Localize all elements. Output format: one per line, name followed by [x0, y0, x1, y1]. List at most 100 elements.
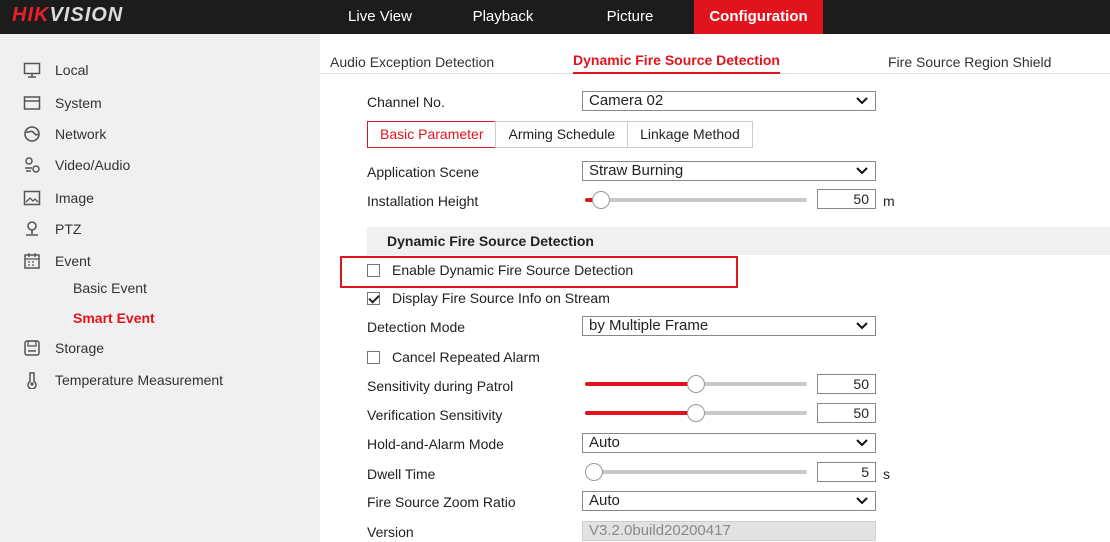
sidebar-item-label: Local — [55, 62, 89, 78]
chevron-down-icon — [856, 322, 868, 330]
sensitivity-patrol-slider[interactable] — [585, 375, 807, 393]
verification-sensitivity-label: Verification Sensitivity — [367, 407, 503, 423]
thermometer-icon — [23, 371, 41, 389]
system-icon — [23, 94, 41, 112]
enable-detection-checkbox[interactable]: Enable Dynamic Fire Source Detection — [367, 260, 633, 280]
zoom-ratio-label: Fire Source Zoom Ratio — [367, 494, 516, 510]
sidebar-item-local[interactable]: Local — [0, 56, 320, 84]
video-audio-icon — [23, 156, 41, 174]
channel-select-value: Camera 02 — [589, 92, 664, 109]
slider-handle[interactable] — [592, 191, 610, 209]
sidebar-item-event[interactable]: Event — [0, 247, 320, 275]
version-field: V3.2.0build20200417 — [582, 521, 876, 541]
slider-handle[interactable] — [687, 404, 705, 422]
hold-alarm-mode-select[interactable]: Auto — [582, 433, 876, 453]
subtab-linkage-method[interactable]: Linkage Method — [627, 121, 753, 148]
main-nav: Live View Playback Picture Configuration — [320, 0, 823, 34]
detection-mode-value: by Multiple Frame — [589, 317, 709, 334]
sidebar-item-system[interactable]: System — [0, 89, 320, 117]
detection-mode-label: Detection Mode — [367, 319, 466, 335]
sidebar-item-storage[interactable]: Storage — [0, 334, 320, 362]
dwell-time-value[interactable]: 5 — [817, 462, 876, 482]
chevron-down-icon — [856, 167, 868, 175]
logo-vision: VISION — [49, 4, 124, 26]
zoom-ratio-select[interactable]: Auto — [582, 491, 876, 511]
checkbox-checked[interactable] — [367, 291, 380, 305]
top-bar: HIKVISION Live View Playback Picture Con… — [0, 0, 1110, 34]
sidebar-item-network[interactable]: Network — [0, 120, 320, 148]
slider-handle[interactable] — [687, 375, 705, 393]
tab-fire-source-region-shield[interactable]: Fire Source Region Shield — [888, 34, 1051, 74]
slider-fill — [585, 382, 696, 386]
checkbox[interactable] — [367, 263, 380, 277]
sidebar-item-label: System — [55, 95, 102, 111]
sidebar-item-label: Temperature Measurement — [55, 372, 224, 388]
cancel-repeated-alarm-label: Cancel Repeated Alarm — [392, 349, 540, 365]
ptz-icon — [23, 220, 41, 238]
installation-height-slider[interactable] — [585, 191, 807, 209]
display-info-label: Display Fire Source Info on Stream — [392, 290, 610, 306]
sidebar-item-temperature-measurement[interactable]: Temperature Measurement — [0, 366, 320, 394]
detection-mode-select[interactable]: by Multiple Frame — [582, 316, 876, 336]
nav-configuration[interactable]: Configuration — [694, 0, 823, 34]
channel-select[interactable]: Camera 02 — [582, 91, 876, 111]
image-icon — [23, 189, 41, 207]
slider-handle[interactable] — [585, 463, 603, 481]
cancel-repeated-alarm-checkbox[interactable]: Cancel Repeated Alarm — [367, 347, 540, 367]
sensitivity-patrol-value[interactable]: 50 — [817, 374, 876, 394]
subtab-basic-parameter[interactable]: Basic Parameter — [367, 121, 497, 148]
sidebar-item-label: Network — [55, 126, 107, 142]
section-title: Dynamic Fire Source Detection — [387, 233, 594, 249]
chevron-down-icon — [856, 497, 868, 505]
main-content: Audio Exception Detection Dynamic Fire S… — [320, 34, 1110, 542]
sidebar-subitem-smart-event[interactable]: Smart Event — [73, 310, 155, 326]
zoom-ratio-value: Auto — [589, 492, 620, 509]
sidebar-item-ptz[interactable]: PTZ — [0, 215, 320, 243]
chevron-down-icon — [856, 97, 868, 105]
verification-sensitivity-slider[interactable] — [585, 404, 807, 422]
channel-label: Channel No. — [367, 94, 445, 110]
sensitivity-patrol-label: Sensitivity during Patrol — [367, 378, 514, 394]
storage-icon — [23, 339, 41, 357]
installation-height-label: Installation Height — [367, 193, 479, 209]
subtab-arming-schedule[interactable]: Arming Schedule — [495, 121, 629, 148]
dwell-time-unit: s — [883, 466, 890, 482]
logo-hik: HIK — [12, 4, 50, 26]
application-scene-label: Application Scene — [367, 164, 480, 180]
checkbox[interactable] — [367, 350, 380, 364]
calendar-icon — [23, 252, 41, 270]
sidebar-item-label: Storage — [55, 340, 105, 356]
dwell-time-label: Dwell Time — [367, 466, 436, 482]
sidebar: Local System Network Video/Audio Image P… — [0, 34, 320, 542]
application-scene-value: Straw Burning — [589, 162, 684, 179]
tab-audio-exception-detection[interactable]: Audio Exception Detection — [330, 34, 494, 74]
enable-detection-label: Enable Dynamic Fire Source Detection — [392, 262, 634, 278]
hikvision-logo: HIKVISION — [12, 4, 123, 27]
dwell-time-slider[interactable] — [585, 463, 807, 481]
globe-icon — [23, 125, 41, 143]
nav-picture[interactable]: Picture — [566, 0, 694, 34]
sidebar-item-video-audio[interactable]: Video/Audio — [0, 151, 320, 179]
verification-sensitivity-value[interactable]: 50 — [817, 403, 876, 423]
section-header: Dynamic Fire Source Detection — [367, 227, 1110, 255]
parameter-subtabs: Basic Parameter Arming Schedule Linkage … — [367, 121, 753, 148]
hold-alarm-mode-label: Hold-and-Alarm Mode — [367, 436, 504, 452]
nav-playback[interactable]: Playback — [440, 0, 566, 34]
display-info-checkbox[interactable]: Display Fire Source Info on Stream — [367, 288, 610, 308]
slider-fill — [585, 411, 696, 415]
tab-dynamic-fire-source-detection[interactable]: Dynamic Fire Source Detection — [573, 34, 780, 74]
sidebar-subitem-basic-event[interactable]: Basic Event — [73, 280, 147, 296]
installation-height-value[interactable]: 50 — [817, 189, 876, 209]
application-scene-select[interactable]: Straw Burning — [582, 161, 876, 181]
sidebar-item-image[interactable]: Image — [0, 184, 320, 212]
sidebar-item-label: Video/Audio — [55, 157, 131, 173]
chevron-down-icon — [856, 439, 868, 447]
sidebar-item-label: PTZ — [55, 221, 82, 237]
version-label: Version — [367, 524, 414, 540]
installation-height-unit: m — [883, 193, 895, 209]
monitor-icon — [23, 61, 41, 79]
event-tabs: Audio Exception Detection Dynamic Fire S… — [320, 34, 1110, 74]
nav-live-view[interactable]: Live View — [320, 0, 440, 34]
hold-alarm-mode-value: Auto — [589, 434, 620, 451]
sidebar-item-label: Image — [55, 190, 94, 206]
